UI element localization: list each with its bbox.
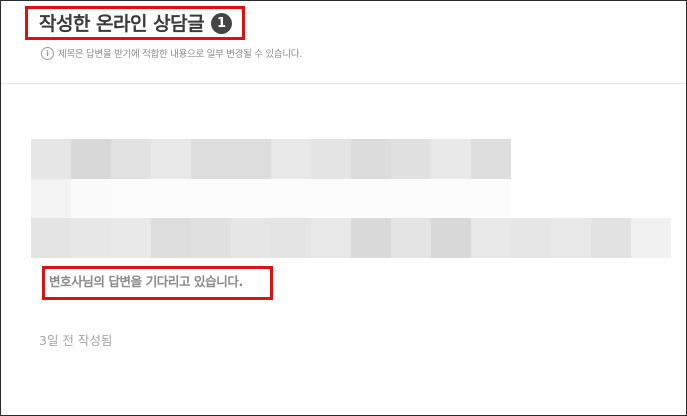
count-badge: 1 xyxy=(211,13,232,34)
consultation-panel: 작성한 온라인 상담글 1 i 제목은 답변을 받기에 적합한 내용으로 일부 … xyxy=(0,0,687,416)
post-timestamp: 3일 전 작성됨 xyxy=(39,333,113,348)
blurred-post-title[interactable] xyxy=(31,139,511,179)
blurred-post-line xyxy=(31,179,511,219)
panel-header: 작성한 온라인 상담글 1 i 제목은 답변을 받기에 적합한 내용으로 일부 … xyxy=(1,1,686,84)
page-title: 작성한 온라인 상담글 xyxy=(39,13,205,35)
answer-status: 변호사님의 답변을 기다리고 있습니다. xyxy=(49,274,243,289)
notice-text: 제목은 답변을 받기에 적합한 내용으로 일부 변경될 수 있습니다. xyxy=(58,49,302,60)
blurred-post-body xyxy=(31,218,671,258)
title-notice: i 제목은 답변을 받기에 적합한 내용으로 일부 변경될 수 있습니다. xyxy=(41,46,302,60)
info-icon: i xyxy=(41,46,54,60)
